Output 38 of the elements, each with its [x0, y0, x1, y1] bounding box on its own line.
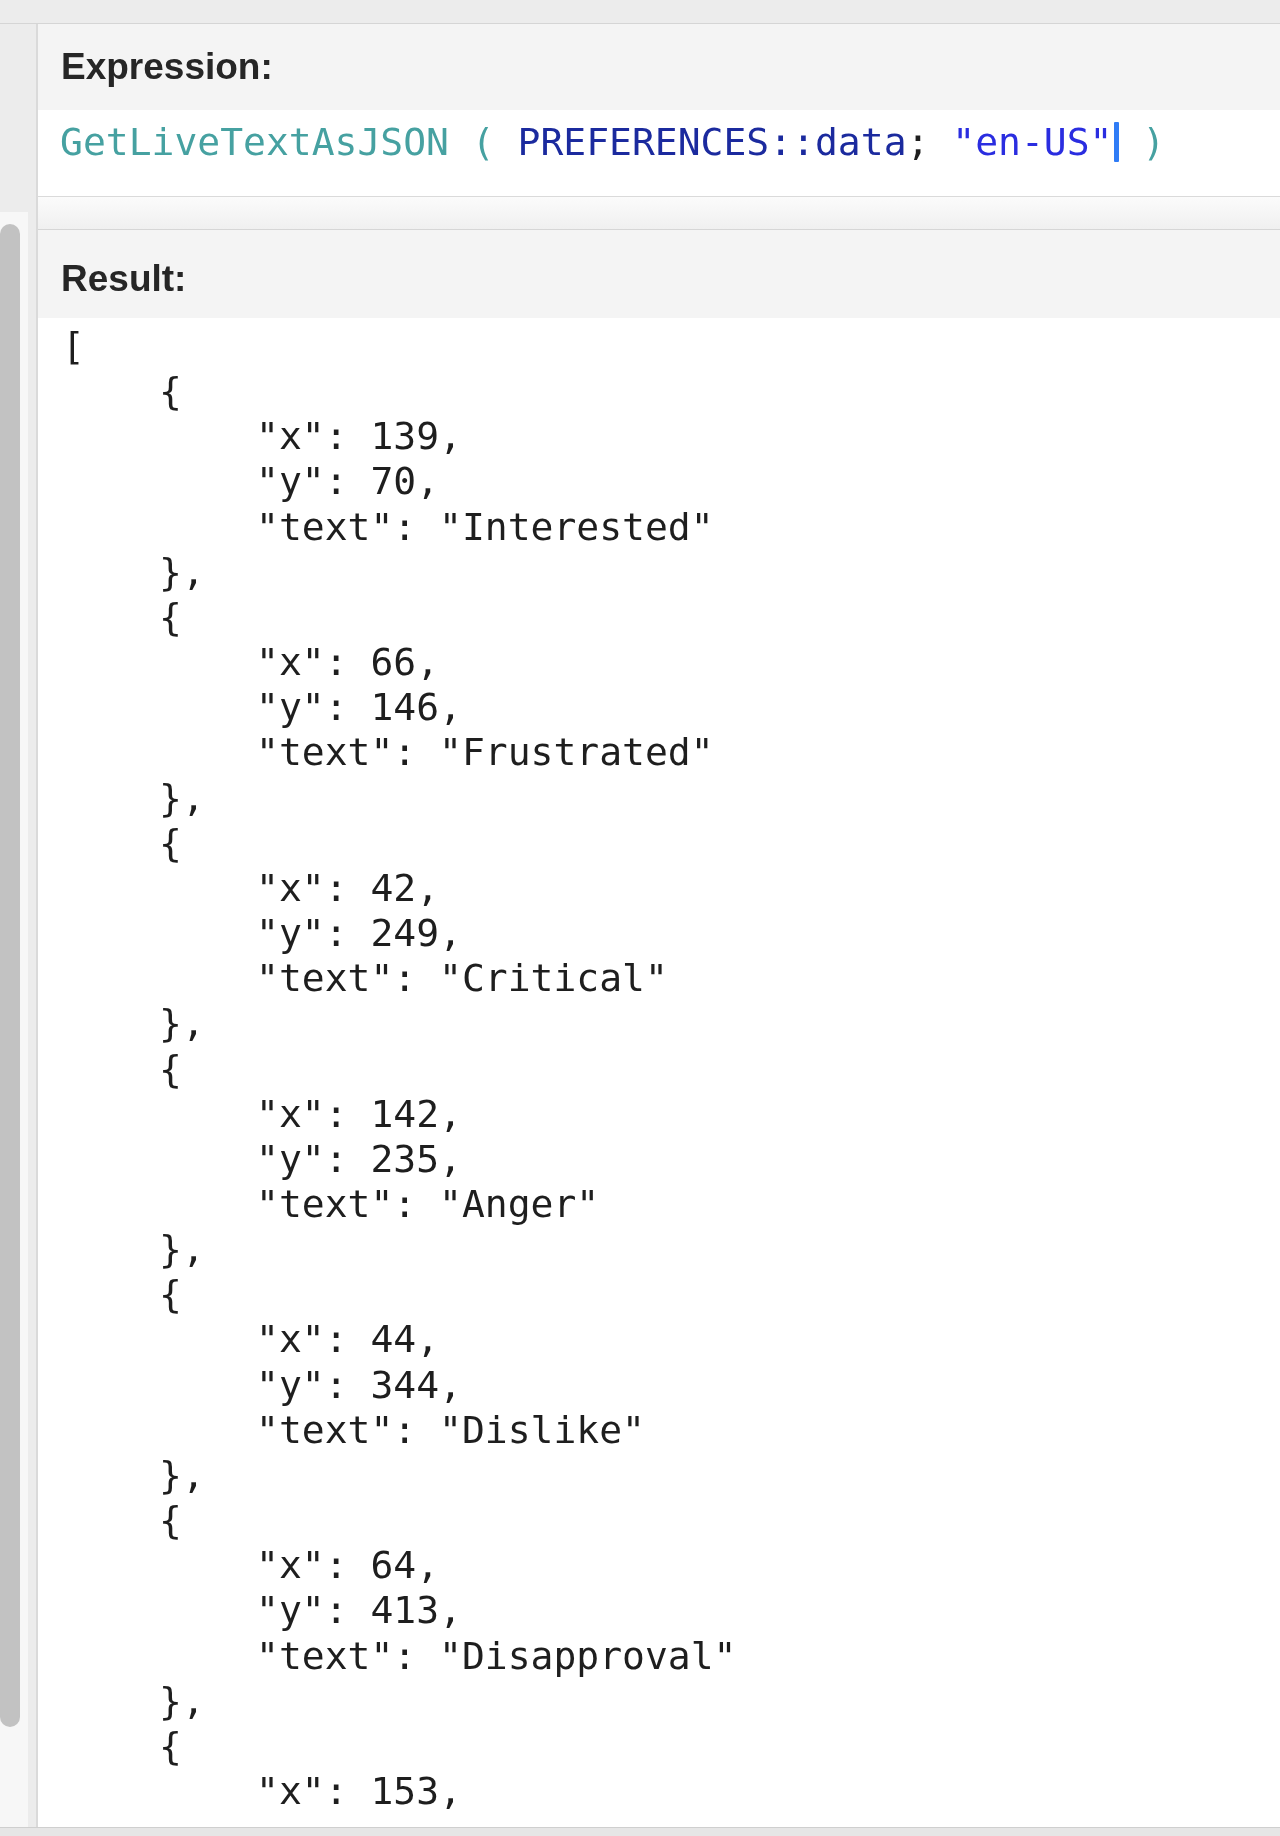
code-line: [ — [62, 324, 85, 368]
code-line: { — [159, 1272, 182, 1317]
pane-splitter[interactable] — [38, 197, 1280, 230]
code-line: { — [159, 1723, 182, 1768]
scrollbar-thumb[interactable] — [0, 224, 20, 1727]
code-line: }, — [159, 1452, 205, 1497]
code-line: "text": "Interested" — [256, 504, 714, 549]
code-line: }, — [159, 1227, 205, 1272]
code-line: "x": 44, — [256, 1317, 440, 1362]
section-title: Result: — [61, 258, 187, 300]
code-line: }, — [159, 549, 205, 594]
code-line: "x": 153, — [256, 1769, 462, 1813]
code-line: { — [159, 594, 182, 639]
code-line: "x": 139, — [256, 414, 462, 459]
code-line: "x": 42, — [256, 865, 440, 910]
code-line: "text": "Anger" — [256, 1181, 600, 1226]
code-line: "x": 142, — [256, 1091, 462, 1136]
code-line: "y": 413, — [256, 1588, 462, 1633]
code-line: "y": 70, — [256, 459, 440, 504]
code-line: "x": 64, — [256, 1543, 440, 1588]
code-line: "y": 249, — [256, 911, 462, 956]
code-line: "y": 146, — [256, 685, 462, 730]
section-title: Expression: — [61, 46, 273, 88]
text-cursor-icon — [1114, 122, 1120, 162]
code-line: "text": "Frustrated" — [256, 730, 714, 775]
code-line: }, — [159, 1001, 205, 1046]
code-line: "text": "Critical" — [256, 956, 668, 1001]
code-line: "x": 66, — [256, 640, 440, 685]
code-line: { — [159, 1498, 182, 1543]
code-line: { — [159, 369, 182, 414]
code-line: "text": "Dislike" — [256, 1407, 645, 1452]
code-line: }, — [159, 775, 205, 820]
code-line: "y": 344, — [256, 1362, 462, 1407]
code-line: "text": "Disapproval" — [256, 1633, 737, 1678]
code-line: { — [159, 820, 182, 865]
code-line: "y": 235, — [256, 1136, 462, 1181]
code-line: }, — [159, 1678, 205, 1723]
code-line: { — [159, 1046, 182, 1091]
